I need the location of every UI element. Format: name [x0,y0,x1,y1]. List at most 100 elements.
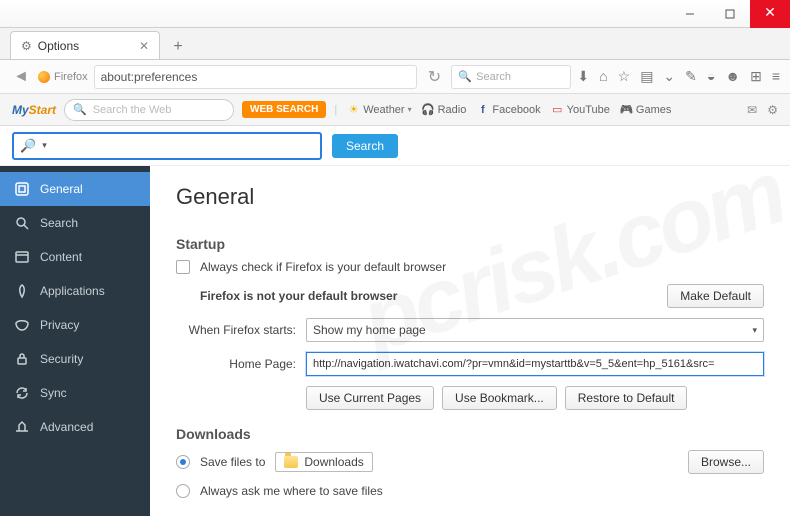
brand-label: Firefox [54,71,88,83]
radio-link[interactable]: 🎧Radio [422,103,467,116]
tab-close-icon[interactable]: ✕ [139,39,149,53]
home-icon[interactable]: ⌂ [599,68,607,85]
addon-b-icon[interactable]: ☻ [725,68,740,85]
sidebar-label: Applications [40,284,105,298]
dropdown-icon[interactable]: ▾ [42,140,47,151]
mystart-logo-a: My [12,103,29,117]
share-icon[interactable]: ✎ [685,68,697,85]
home-page-input[interactable] [306,352,764,376]
sidebar-item-sync[interactable]: Sync [0,376,150,410]
search-bar[interactable]: 🔍 Search [451,65,571,89]
address-text: about:preferences [101,70,198,84]
sidebar-item-privacy[interactable]: Privacy [0,308,150,342]
games-link[interactable]: 🎮Games [620,103,671,116]
restore-default-button[interactable]: Restore to Default [565,386,688,410]
toolbar-icons: ⬇ ⌂ ☆ ▤ ⌄ ✎ ◒ ☻ ⊞ ≡ [577,68,780,85]
mystart-search-input[interactable]: 🔍 Search the Web [64,99,234,121]
sidebar-item-applications[interactable]: Applications [0,274,150,308]
close-button[interactable]: ✕ [750,0,790,28]
addon-a-icon[interactable]: ◒ [707,68,715,85]
weather-link[interactable]: ☀Weather▾ [347,103,411,116]
pocket-icon[interactable]: ⌄ [663,68,675,85]
identity-firefox: Firefox [38,71,88,83]
sidebar-item-content[interactable]: Content [0,240,150,274]
use-current-pages-button[interactable]: Use Current Pages [306,386,434,410]
always-check-label: Always check if Firefox is your default … [200,260,446,274]
sidebar-item-search[interactable]: Search [0,206,150,240]
mystart-toolbar: MyStart 🔍 Search the Web WEB SEARCH | ☀W… [0,94,790,126]
chevron-down-icon: ▾ [752,325,757,336]
hat-icon [14,419,30,435]
sun-icon: ☀ [347,103,360,116]
new-tab-button[interactable]: + [166,35,190,59]
sidebar-item-advanced[interactable]: Advanced [0,410,150,444]
search-icon: 🔍 [458,70,472,83]
download-icon[interactable]: ⬇ [577,68,589,85]
startup-heading: Startup [176,236,764,252]
downloads-heading: Downloads [176,426,764,442]
page-search-input[interactable]: 🔎 ▾ [12,132,322,160]
preferences-content: General Startup Always check if Firefox … [150,166,790,516]
general-icon [14,181,30,197]
make-default-button[interactable]: Make Default [667,284,764,308]
page-title: General [176,184,764,210]
when-starts-select[interactable]: Show my home page ▾ [306,318,764,342]
navigation-toolbar: ◄ Firefox about:preferences ↻ 🔍 Search ⬇… [0,60,790,94]
sidebar-label: Privacy [40,318,79,332]
folder-icon [284,456,298,468]
addon-c-icon[interactable]: ⊞ [750,68,762,85]
reload-button[interactable]: ↻ [423,66,445,88]
sidebar-label: Sync [40,386,67,400]
search-icon: 🔍 [73,103,87,116]
facebook-label: Facebook [492,104,540,116]
sidebar-item-security[interactable]: Security [0,342,150,376]
reader-icon[interactable]: ▤ [640,68,653,85]
tab-strip: ⚙ Options ✕ + [0,28,790,60]
preferences-sidebar: General Search Content Applications Priv… [0,166,150,516]
content-icon [14,249,30,265]
mask-icon [14,317,30,333]
sidebar-label: Content [40,250,82,264]
weather-label: Weather [363,104,404,116]
minimize-button[interactable] [670,0,710,28]
youtube-link[interactable]: ▭YouTube [551,103,610,116]
download-folder-name: Downloads [304,455,363,469]
always-ask-radio[interactable] [176,484,190,498]
always-check-checkbox[interactable] [176,260,190,274]
search-button[interactable]: Search [332,134,398,158]
when-starts-label: When Firefox starts: [176,323,296,337]
tab-options[interactable]: ⚙ Options ✕ [10,31,160,59]
maximize-button[interactable] [710,0,750,28]
mystart-search-placeholder: Search the Web [93,104,172,116]
address-bar[interactable]: about:preferences [94,65,418,89]
sidebar-item-general[interactable]: General [0,172,150,206]
search-row: 🔎 ▾ Search [0,126,790,166]
tab-title: Options [38,39,79,53]
gear-icon: ⚙ [21,39,32,53]
back-button[interactable]: ◄ [10,66,32,88]
games-label: Games [636,104,671,116]
settings-icon[interactable]: ⚙ [767,103,778,117]
download-folder: Downloads [275,452,372,472]
home-page-label: Home Page: [176,357,296,371]
mystart-logo[interactable]: MyStart [12,103,56,117]
when-starts-value: Show my home page [313,323,426,337]
search-icon [14,215,30,231]
mail-icon[interactable]: ✉ [747,103,757,117]
mystart-links: | ☀Weather▾ 🎧Radio fFacebook ▭YouTube 🎮G… [334,103,671,116]
firefox-icon [38,71,50,83]
sidebar-label: Search [40,216,78,230]
bookmark-star-icon[interactable]: ☆ [618,68,631,85]
use-bookmark-button[interactable]: Use Bookmark... [442,386,557,410]
sidebar-label: Advanced [40,420,93,434]
rocket-icon [14,283,30,299]
browse-button[interactable]: Browse... [688,450,764,474]
sidebar-label: General [40,182,83,196]
search-placeholder: Search [476,71,511,83]
web-search-button[interactable]: WEB SEARCH [242,101,326,118]
youtube-label: YouTube [567,104,610,116]
save-files-to-radio[interactable] [176,455,190,469]
menu-icon[interactable]: ≡ [772,68,780,85]
sync-icon [14,385,30,401]
facebook-link[interactable]: fFacebook [476,103,540,116]
